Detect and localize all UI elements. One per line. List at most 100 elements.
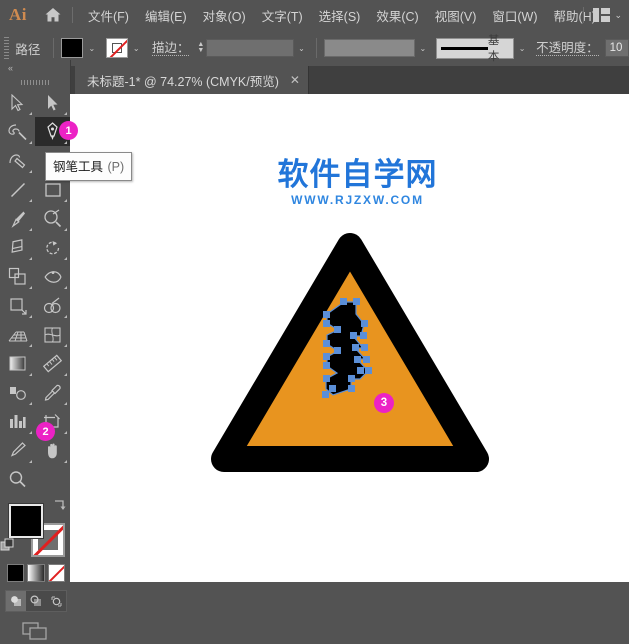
menu-select[interactable]: 选择(S) [311,0,369,30]
screen-mode-button[interactable] [0,618,70,644]
brush-definition-box[interactable]: 基本 [435,35,515,63]
paintbrush-icon [10,211,25,228]
scale-icon [8,267,26,285]
illustrator-window: Ai 文件(F) 编辑(E) 对象(O) 文字(T) 选择(S) 效果(C) 视… [0,0,629,640]
toolbar-grip[interactable] [0,76,70,88]
eyedropper-icon [44,384,61,401]
home-icon[interactable] [36,0,70,30]
stroke-weight-caret-icon[interactable]: ⌄ [294,38,309,58]
draw-normal[interactable] [6,591,26,611]
workspace-layout-icon[interactable] [590,0,612,30]
blend-tool[interactable] [0,378,35,407]
gradient-icon [9,356,26,371]
rotate-icon [45,240,59,254]
menu-type[interactable]: 文字(T) [254,0,311,30]
tool-corner-marker [29,286,32,289]
magic-wand-tool[interactable] [0,117,35,146]
brush-caret-icon[interactable]: ⌄ [514,38,529,58]
document-tab[interactable]: 未标题-1* @ 74.27% (CMYK/预览) ✕ [75,66,309,94]
tool-grid-filler [35,465,70,494]
close-icon[interactable]: ✕ [290,73,300,87]
stroke-inner-square [111,43,122,53]
artboard-canvas[interactable]: 软件自学网 WWW.RJZXW.COM [70,94,629,582]
gradient-tool[interactable] [0,349,35,378]
hand-tool[interactable] [35,436,70,465]
control-bar: 路径 ⌄ ⌄ 描边： ▲ ▼ ⌄ ⌄ 基本 ⌄ 不透明度： 10 [0,30,629,67]
curvature-tool[interactable] [0,146,35,175]
free-transform-tool[interactable] [0,291,35,320]
variable-width-profile-input[interactable] [324,39,416,57]
selection-tool[interactable] [0,88,35,117]
opacity-input[interactable]: 10 [604,39,629,57]
column-graph-tool[interactable] [0,407,35,436]
draw-behind[interactable] [26,591,46,611]
tool-corner-marker [29,141,32,144]
tools-panel: « [0,60,71,640]
direct-selection-arrow-icon [48,94,58,110]
control-separator-2 [316,38,318,58]
menu-window[interactable]: 窗口(W) [484,0,545,30]
control-bar-grip[interactable] [4,37,10,59]
fill-caret-icon[interactable]: ⌄ [83,38,100,58]
default-fill-stroke-icon[interactable] [0,538,16,559]
color-controls [0,498,70,640]
watermark-url-text: WWW.RJZXW.COM [291,193,424,207]
stroke-weight-stepper[interactable]: ▲ ▼ [195,38,206,58]
variable-width-caret-icon[interactable]: ⌄ [415,38,430,58]
color-mode-none[interactable] [47,564,65,582]
opacity-label[interactable]: 不透明度： [536,41,599,56]
color-mode-solid[interactable] [7,564,25,582]
menu-file[interactable]: 文件(F) [80,0,137,30]
mesh-tool[interactable] [35,320,70,349]
menu-edit[interactable]: 编辑(E) [137,0,195,30]
stroke-caret-icon[interactable]: ⌄ [128,38,145,58]
scale-tool[interactable] [0,262,35,291]
shaper-tool[interactable] [35,204,70,233]
zoom-tool[interactable] [0,465,35,494]
rotate-tool[interactable] [35,233,70,262]
width-tool[interactable] [35,262,70,291]
eraser-icon [11,239,23,253]
workspace-divider [583,7,585,23]
stroke-weight-input[interactable] [206,39,294,57]
eyedropper-tool[interactable] [35,378,70,407]
color-mode-gradient[interactable] [27,564,45,582]
swap-fill-stroke-icon[interactable] [52,498,68,519]
tool-corner-marker [64,431,67,434]
tool-corner-marker [64,141,67,144]
callout-badge-1: 1 [59,121,78,140]
tool-corner-marker [64,315,67,318]
menu-view[interactable]: 视图(V) [427,0,485,30]
draw-inside[interactable] [46,591,66,611]
tool-grid [0,88,70,494]
stroke-weight-label[interactable]: 描边： [151,41,190,56]
menu-effect[interactable]: 效果(C) [368,0,426,30]
fill-color-box[interactable] [9,504,43,538]
brush-stroke-preview-icon [440,46,488,50]
direct-selection-tool[interactable] [35,88,70,117]
fill-color-swatch[interactable] [61,38,84,58]
shape-builder-tool[interactable] [35,291,70,320]
line-icon [10,182,25,197]
perspective-grid-tool[interactable] [0,320,35,349]
brush-definition-label: 基本 [487,35,500,63]
paintbrush-tool[interactable] [0,204,35,233]
stepper-down-icon[interactable]: ▼ [197,47,204,54]
warning-triangle-sign[interactable] [205,228,495,483]
tool-corner-marker [64,402,67,405]
measure-tool[interactable] [35,349,70,378]
tool-corner-marker [29,315,32,318]
stroke-color-swatch[interactable] [105,38,128,58]
line-segment-tool[interactable] [0,175,35,204]
callout-badge-3: 3 [374,393,394,413]
toolbar-collapse-icon[interactable]: « [0,60,70,76]
tooltip-tool-name: 钢笔工具 [53,160,104,174]
magnifier-icon [9,471,26,488]
shaper-icon [44,209,62,228]
eraser-tool[interactable] [0,233,35,262]
tool-corner-marker [64,460,67,463]
menu-object[interactable]: 对象(O) [195,0,254,30]
workspace-caret-icon[interactable]: ⌄ [612,10,629,21]
menu-divider [72,7,73,23]
slice-tool[interactable] [0,436,35,465]
